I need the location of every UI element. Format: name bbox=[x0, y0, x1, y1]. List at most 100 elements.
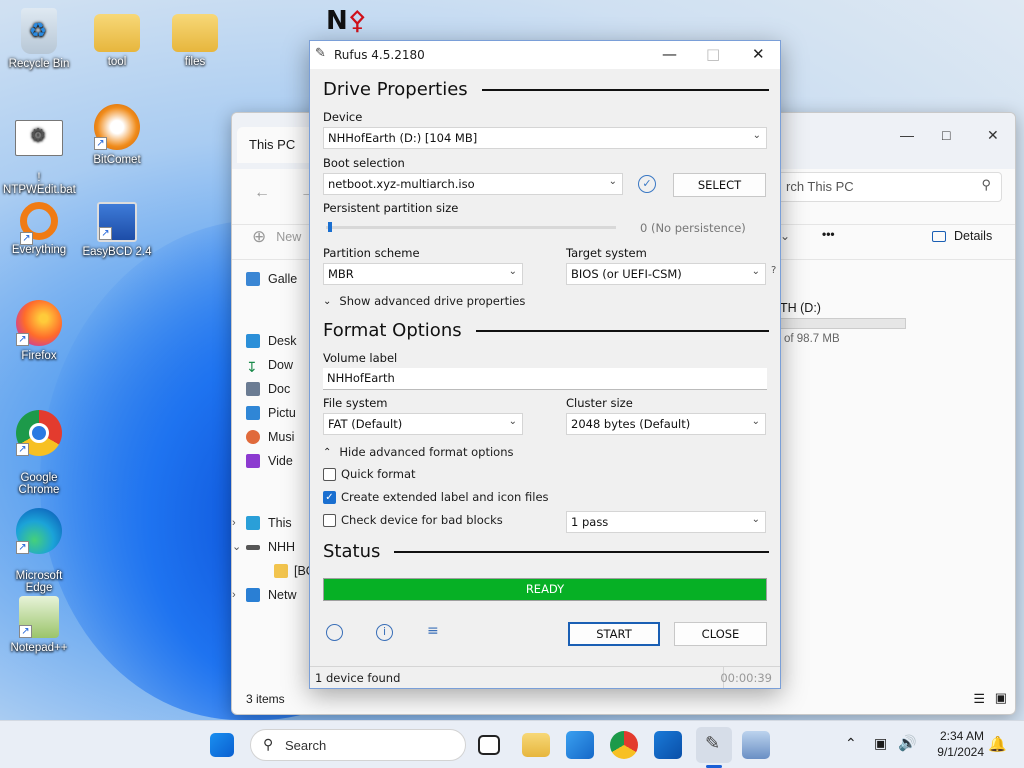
drive-name[interactable]: TH (D:) bbox=[780, 301, 821, 315]
device-dropdown[interactable]: NHHofEarth (D:) [104 MB] ⌄ bbox=[323, 127, 767, 149]
chevron-up-icon[interactable]: ⌃ bbox=[845, 735, 857, 752]
hide-advanced-format-toggle[interactable]: ⌃ Hide advanced format options bbox=[323, 445, 514, 459]
item-count: 3 items bbox=[246, 692, 285, 706]
microsoft-store-icon[interactable] bbox=[566, 731, 594, 759]
desktop-icon-edge[interactable]: ↗ Microsoft Edge bbox=[3, 496, 75, 606]
nav-label: Musi bbox=[268, 430, 295, 444]
desktop-icon-recycle-bin[interactable]: ♻ Recycle Bin bbox=[3, 8, 75, 70]
pictures-icon bbox=[246, 406, 260, 420]
volume-icon[interactable]: 🔊 bbox=[898, 734, 917, 752]
desktop-icon-ntpwedit[interactable]: ⚙ ! NTPWEdit.bat bbox=[3, 108, 76, 208]
shortcut-arrow-icon: ↗ bbox=[16, 333, 29, 346]
outlook-icon[interactable] bbox=[654, 731, 682, 759]
windows-start-icon[interactable] bbox=[210, 733, 234, 757]
chrome-taskbar-icon[interactable] bbox=[610, 731, 638, 759]
file-explorer-icon[interactable] bbox=[522, 733, 550, 757]
language-globe-icon[interactable] bbox=[326, 624, 343, 641]
taskbar-search-box[interactable]: ⚲ Search bbox=[250, 729, 466, 761]
details-pane-button[interactable]: Details bbox=[932, 229, 992, 243]
persistence-slider-thumb[interactable] bbox=[328, 222, 332, 232]
heading-text: Status bbox=[323, 541, 381, 562]
gallery-icon bbox=[246, 272, 260, 286]
extended-label-checkbox[interactable]: ✓ Create extended label and icon files bbox=[323, 490, 549, 504]
cluster-size-dropdown[interactable]: 2048 bytes (Default) ⌄ bbox=[566, 413, 766, 435]
usb-drive-icon: ✎ bbox=[315, 46, 326, 61]
tiles-view-icon[interactable]: ▣ bbox=[995, 690, 1007, 706]
minimize-button[interactable]: — bbox=[662, 45, 677, 63]
bad-blocks-checkbox[interactable]: Check device for bad blocks bbox=[323, 513, 503, 527]
file-system-dropdown[interactable]: FAT (Default) ⌄ bbox=[323, 413, 523, 435]
chevron-down-icon: ⌄ bbox=[752, 130, 761, 141]
desktop-icon-label: EasyBCD 2.4 bbox=[82, 246, 152, 258]
device-label: Device bbox=[323, 110, 363, 124]
nav-label: Galle bbox=[268, 272, 298, 286]
checkbox-icon bbox=[323, 513, 336, 527]
boot-selection-dropdown[interactable]: netboot.xyz-multiarch.iso ⌄ bbox=[323, 173, 623, 195]
persistence-slider-track[interactable] bbox=[326, 226, 616, 229]
explorer-maximize-button[interactable]: □ bbox=[942, 127, 950, 143]
boot-selection-value: netboot.xyz-multiarch.iso bbox=[328, 177, 475, 191]
close-window-button[interactable]: ✕ bbox=[752, 45, 765, 63]
help-icon[interactable]: ? bbox=[771, 265, 776, 276]
start-button[interactable]: START bbox=[568, 622, 660, 646]
checksum-icon[interactable]: ✓ bbox=[638, 175, 656, 193]
more-options-button[interactable]: ••• bbox=[822, 227, 835, 241]
select-button[interactable]: SELECT bbox=[673, 173, 766, 197]
explorer-search-input[interactable]: rch This PC ⚲ bbox=[777, 172, 1002, 202]
batch-file-icon: ⚙ bbox=[15, 120, 63, 156]
rufus-taskbar-icon[interactable]: ✎ bbox=[696, 727, 732, 763]
volume-label-input[interactable]: NHHofEarth bbox=[323, 368, 767, 390]
chevron-down-icon: ⌄ bbox=[323, 295, 332, 307]
desktop-icon-everything[interactable]: ↗ Everything bbox=[3, 202, 75, 256]
recycle-bin-icon: ♻ bbox=[21, 8, 57, 54]
task-view-icon[interactable] bbox=[478, 735, 500, 755]
settings-sliders-icon[interactable]: ≡ bbox=[427, 623, 439, 639]
download-icon: ↧ bbox=[246, 359, 258, 375]
desktop-icon-notepadpp[interactable]: ↗ Notepad++ bbox=[3, 596, 75, 654]
close-button[interactable]: CLOSE bbox=[674, 622, 767, 646]
list-view-icon[interactable]: ☰ bbox=[973, 691, 985, 707]
toggle-label: Hide advanced format options bbox=[339, 445, 514, 459]
chevron-down-icon: ⌄ bbox=[232, 541, 242, 553]
target-system-dropdown[interactable]: BIOS (or UEFI-CSM) ⌄ bbox=[566, 263, 766, 285]
show-advanced-drive-toggle[interactable]: ⌄ Show advanced drive properties bbox=[323, 294, 525, 308]
rufus-window[interactable]: ✎ Rufus 4.5.2180 — □ ✕ Drive Properties … bbox=[309, 40, 781, 689]
desktop-icon-chrome[interactable]: ↗ Google Chrome bbox=[3, 398, 75, 508]
back-arrow-icon[interactable]: ← bbox=[254, 184, 270, 202]
file-system-label: File system bbox=[323, 396, 388, 410]
desktop-icon-firefox[interactable]: ↗ Firefox bbox=[3, 300, 75, 362]
document-icon bbox=[246, 382, 260, 396]
explorer-new-button[interactable]: ⊕ New bbox=[252, 227, 301, 247]
explorer-search-placeholder: rch This PC bbox=[786, 179, 854, 194]
notification-bell-icon[interactable]: 🔔 bbox=[988, 735, 1007, 753]
chevron-down-icon: ⌄ bbox=[508, 416, 517, 427]
partition-scheme-dropdown[interactable]: MBR ⌄ bbox=[323, 263, 523, 285]
shortcut-arrow-icon: ↗ bbox=[16, 541, 29, 554]
checkbox-label: Create extended label and icon files bbox=[341, 490, 549, 504]
persistent-partition-value: 0 (No persistence) bbox=[640, 221, 746, 235]
nav-label: Vide bbox=[268, 454, 293, 468]
explorer-minimize-button[interactable]: — bbox=[900, 127, 914, 143]
search-icon: ⚲ bbox=[263, 736, 274, 752]
rufus-titlebar: ✎ Rufus 4.5.2180 — □ ✕ bbox=[310, 41, 780, 69]
details-pane-icon bbox=[932, 230, 946, 242]
network-status-icon[interactable]: ▣ bbox=[874, 735, 887, 752]
chevron-up-icon: ⌃ bbox=[323, 446, 332, 458]
taskbar-clock[interactable]: 2:34 AM 9/1/2024 bbox=[922, 728, 984, 760]
device-found-status: 1 device found bbox=[315, 671, 401, 685]
shortcut-arrow-icon: ↗ bbox=[20, 232, 33, 245]
desktop-icon-files[interactable]: files bbox=[159, 8, 231, 68]
passes-dropdown[interactable]: 1 pass ⌄ bbox=[566, 511, 766, 533]
desktop-icon-bitcomet[interactable]: ↗ BitComet bbox=[81, 104, 153, 166]
desktop-icon-easybcd[interactable]: ↗ EasyBCD 2.4 bbox=[81, 202, 153, 258]
about-info-icon[interactable]: i bbox=[376, 624, 393, 641]
quick-format-checkbox[interactable]: Quick format bbox=[323, 467, 416, 481]
desktop-icon-tool[interactable]: tool bbox=[81, 8, 153, 68]
shortcut-arrow-icon: ↗ bbox=[16, 443, 29, 456]
explorer-close-button[interactable]: ✕ bbox=[987, 127, 999, 144]
drive-properties-heading: Drive Properties bbox=[323, 79, 769, 100]
desktop-icon-label: ! NTPWEdit.bat bbox=[3, 172, 76, 196]
target-system-label: Target system bbox=[566, 246, 647, 260]
chevron-down-icon[interactable]: ⌄ bbox=[780, 229, 790, 243]
network-app-icon[interactable] bbox=[742, 731, 770, 759]
